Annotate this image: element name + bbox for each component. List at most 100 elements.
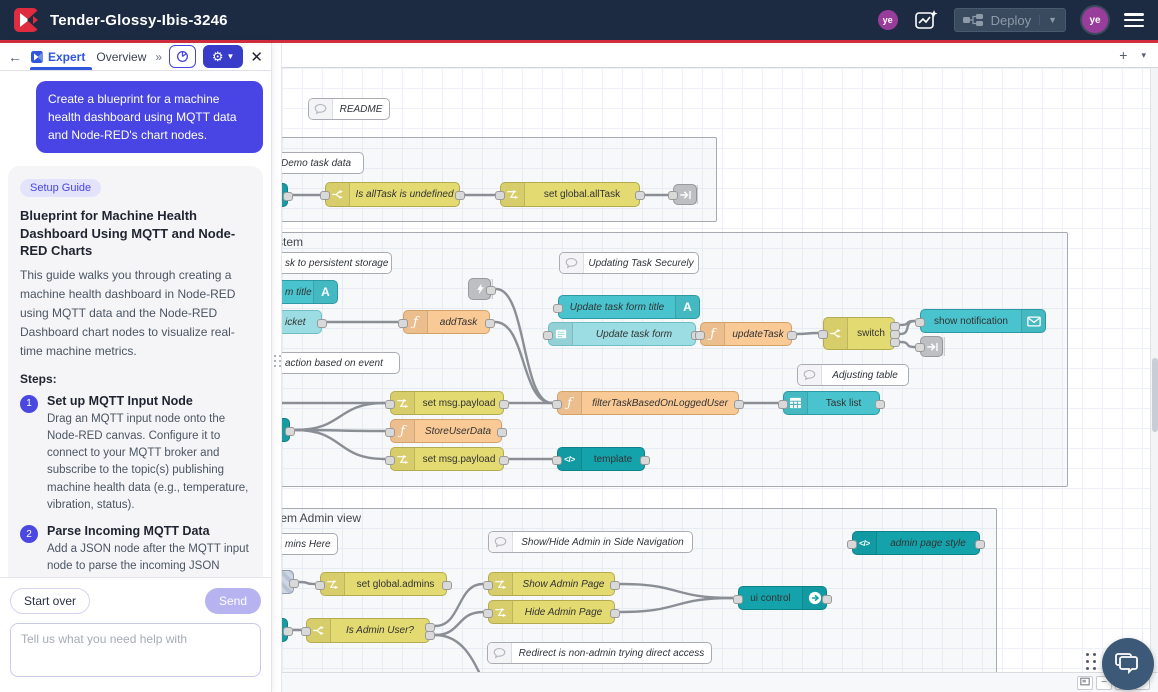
wire[interactable]: [299, 582, 315, 584]
output-port[interactable]: [285, 427, 295, 436]
node-disabled-inject[interactable]: [282, 570, 294, 594]
input-port[interactable]: [915, 318, 925, 327]
output-port[interactable]: [497, 428, 507, 437]
comment-persistent-storage[interactable]: sk to persistent storage: [282, 252, 392, 274]
canvas-vertical-scrollbar[interactable]: [1150, 68, 1158, 672]
node-show-notification[interactable]: show notification: [920, 309, 1046, 333]
output-port[interactable]: [486, 286, 496, 295]
output-port[interactable]: [734, 400, 744, 409]
deploy-caret-icon[interactable]: ▼: [1039, 15, 1057, 25]
wire[interactable]: [620, 584, 733, 598]
output-port[interactable]: [283, 192, 293, 201]
input-port[interactable]: [385, 456, 395, 465]
node-template[interactable]: </>template: [557, 447, 645, 471]
node-events-source[interactable]: [282, 418, 290, 442]
node-filtertask[interactable]: ƒfilterTaskBasedOnLoggedUser: [557, 391, 739, 415]
pipeline-ai-icon[interactable]: [914, 9, 938, 31]
node-set-global-alltask[interactable]: set global.allTask: [500, 182, 640, 207]
back-arrow-icon[interactable]: ←: [8, 49, 22, 65]
scrollbar-thumb[interactable]: [1152, 358, 1158, 432]
output-port[interactable]: [822, 595, 832, 604]
input-port[interactable]: [483, 581, 493, 590]
avatar-small[interactable]: ye: [878, 10, 898, 30]
input-port[interactable]: [733, 595, 743, 604]
flow-list-caret-icon[interactable]: ▾: [1141, 50, 1146, 61]
node-addtask[interactable]: ƒaddTask: [403, 310, 490, 334]
node-demo-source[interactable]: [282, 183, 288, 207]
node-show-admin-page[interactable]: Show Admin Page: [488, 572, 615, 596]
input-port[interactable]: [695, 331, 705, 340]
wire[interactable]: [620, 598, 733, 612]
node-is-alltask-undefined[interactable]: Is allTask is undefined: [325, 182, 460, 207]
comment-demo-task-data[interactable]: Demo task data: [282, 152, 364, 174]
node-storeuserdata[interactable]: ƒStoreUserData: [390, 419, 502, 443]
output-port[interactable]: [635, 191, 645, 200]
node-form-title-clipped[interactable]: m titleA: [282, 280, 338, 304]
output-port[interactable]: [485, 319, 495, 328]
output-port[interactable]: [787, 331, 797, 340]
input-port[interactable]: [552, 400, 562, 409]
close-panel-icon[interactable]: ✕: [250, 48, 263, 66]
comment-updating-task-securely[interactable]: Updating Task Securely: [559, 252, 699, 274]
input-port[interactable]: [668, 191, 678, 200]
node-update-task-form-title[interactable]: Update task form titleA: [558, 295, 700, 319]
navigator-button[interactable]: [1077, 676, 1093, 690]
wire[interactable]: [295, 430, 385, 459]
input-port[interactable]: [778, 400, 788, 409]
input-port[interactable]: [315, 581, 325, 590]
avatar-large[interactable]: ye: [1082, 7, 1108, 33]
input-port[interactable]: [543, 331, 553, 340]
send-button[interactable]: Send: [205, 588, 261, 614]
flow-canvas[interactable]: ystemstem Admin viewREADMEDemo task data…: [282, 68, 1158, 672]
output-port[interactable]: [283, 627, 293, 636]
node-admin-page-style[interactable]: </>admin page style: [852, 531, 980, 555]
comment-readme[interactable]: README: [308, 98, 390, 120]
output-port[interactable]: [455, 191, 465, 200]
node-set-msg-payload-1[interactable]: set msg.payload: [390, 391, 504, 415]
node-hide-admin-page[interactable]: Hide Admin Page: [488, 600, 615, 624]
input-port[interactable]: [320, 191, 330, 200]
node-set-global-admins[interactable]: set global.admins: [320, 572, 447, 596]
output-port[interactable]: [610, 581, 620, 590]
input-port[interactable]: [301, 627, 311, 636]
node-is-admin-user[interactable]: Is Admin User?: [306, 618, 430, 643]
comment-adjusting-table[interactable]: Adjusting table: [797, 364, 909, 386]
input-port[interactable]: [483, 609, 493, 618]
output-port[interactable]: [890, 338, 900, 347]
flowfuse-logo-icon[interactable]: [14, 8, 38, 32]
output-port[interactable]: [289, 579, 299, 588]
comment-redirect-non-admin[interactable]: Redirect is non-admin trying direct acce…: [487, 642, 712, 664]
output-port[interactable]: [317, 319, 327, 328]
input-port[interactable]: [818, 330, 828, 339]
output-port[interactable]: [425, 631, 435, 640]
input-port[interactable]: [398, 319, 408, 328]
output-port[interactable]: [499, 400, 509, 409]
node-link-call[interactable]: [468, 278, 491, 300]
node-updatetask[interactable]: ƒupdateTask: [700, 322, 792, 346]
input-port[interactable]: [385, 400, 395, 409]
output-port[interactable]: [975, 540, 985, 549]
more-tabs-chevron-icon[interactable]: »: [155, 50, 162, 64]
input-port[interactable]: [385, 428, 395, 437]
input-port[interactable]: [552, 456, 562, 465]
input-port[interactable]: [553, 304, 563, 313]
add-flow-button[interactable]: +: [1119, 48, 1127, 62]
comment-action-based-on-event[interactable]: action based on event: [282, 352, 400, 374]
node-ticket-clipped[interactable]: icket: [282, 310, 322, 334]
help-input[interactable]: [10, 623, 261, 677]
comment-admins-here[interactable]: mins Here: [282, 533, 338, 555]
tab-overview[interactable]: Overview: [94, 43, 148, 70]
output-port[interactable]: [610, 609, 620, 618]
comment-show-hide-admin[interactable]: Show/Hide Admin in Side Navigation: [488, 531, 693, 553]
tab-expert[interactable]: Expert: [29, 43, 87, 70]
output-port[interactable]: [442, 581, 452, 590]
output-port[interactable]: [499, 456, 509, 465]
node-set-msg-payload-2[interactable]: set msg.payload: [390, 447, 504, 471]
output-port[interactable]: [875, 400, 885, 409]
output-port[interactable]: [640, 456, 650, 465]
settings-dropdown-button[interactable]: ⚙ ▼: [203, 45, 244, 68]
panel-resize-handle[interactable]: [272, 43, 282, 692]
chat-scroll-area[interactable]: Create a blueprint for a machine health …: [0, 71, 271, 577]
fab-drag-handle[interactable]: [1086, 653, 1096, 670]
node-switch[interactable]: switch: [823, 317, 895, 350]
